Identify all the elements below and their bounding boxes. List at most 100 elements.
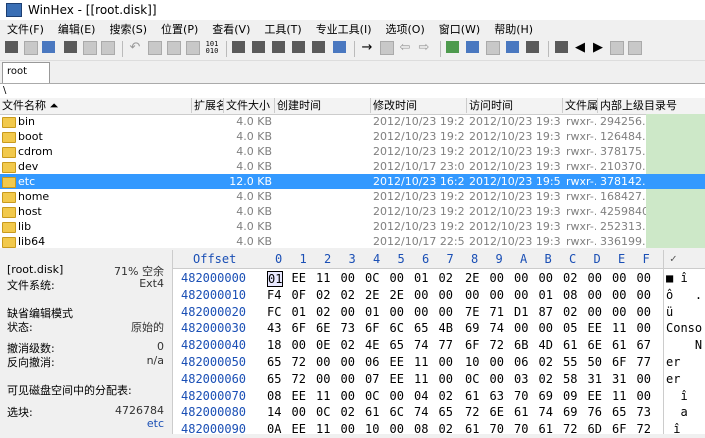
block-name-link[interactable]: etc (147, 417, 164, 430)
hex-byte[interactable]: 01 (539, 288, 553, 302)
menu-help[interactable]: 帮助(H) (487, 21, 540, 37)
hex-byte[interactable]: 72 (490, 338, 504, 352)
file-row[interactable]: lib64 4.0 KB 2012/10/17 22:5... 2012/10/23 … (0, 234, 705, 248)
hex-byte[interactable]: 61 (514, 405, 528, 419)
hex-byte[interactable]: 77 (439, 338, 453, 352)
hex-byte[interactable]: 00 (490, 288, 504, 302)
menu-position[interactable]: 位置(P) (154, 21, 205, 37)
hex-byte[interactable]: 61 (612, 338, 626, 352)
file-row[interactable]: lib 4.0 KB 2012/10/23 19:2... 2012/10/23 19… (0, 219, 705, 234)
goto-sector-icon[interactable] (380, 41, 394, 55)
find-icon[interactable] (232, 41, 245, 53)
hex-byte[interactable]: 00 (588, 288, 602, 302)
hex-byte[interactable]: 00 (637, 288, 651, 302)
hex-byte[interactable]: 50 (588, 355, 602, 369)
hex-byte[interactable]: 05 (563, 321, 577, 335)
hex-byte[interactable]: 00 (637, 372, 651, 386)
hex-byte[interactable]: 00 (341, 271, 355, 285)
hex-byte[interactable]: 08 (414, 422, 428, 436)
hex-byte[interactable]: 6F (612, 422, 626, 436)
hex-byte[interactable]: 61 (465, 422, 479, 436)
hex-byte[interactable]: 61 (465, 389, 479, 403)
hex-byte[interactable]: 11 (612, 321, 626, 335)
hex-byte[interactable]: 02 (341, 338, 355, 352)
ram-editor-icon[interactable] (466, 41, 479, 53)
hex-byte[interactable]: 00 (465, 288, 479, 302)
hex-byte[interactable]: 00 (390, 422, 404, 436)
hex-byte[interactable]: 70 (490, 422, 504, 436)
hex-byte[interactable]: 63 (490, 389, 504, 403)
hex-byte[interactable]: 6B (514, 338, 528, 352)
hex-byte[interactable]: 65 (390, 338, 404, 352)
hex-byte[interactable]: 00 (612, 305, 626, 319)
hex-cursor-byte[interactable]: 01 (267, 271, 284, 287)
hex-byte[interactable]: 00 (637, 271, 651, 285)
hex-byte[interactable]: 2E (465, 271, 479, 285)
hex-byte[interactable]: 00 (414, 288, 428, 302)
properties-icon[interactable] (83, 41, 97, 55)
hex-byte[interactable]: 0C (365, 271, 379, 285)
hex-byte[interactable]: 01 (365, 305, 379, 319)
hex-byte[interactable]: 01 (414, 271, 428, 285)
hex-byte[interactable]: 70 (514, 389, 528, 403)
hex-byte[interactable]: 4E (365, 338, 379, 352)
print-icon[interactable] (64, 41, 77, 53)
hex-byte[interactable]: 00 (490, 355, 504, 369)
hex-byte[interactable]: 10 (465, 355, 479, 369)
replace-hex-icon[interactable] (292, 41, 305, 53)
hex-byte[interactable]: 10 (365, 422, 379, 436)
hex-byte[interactable]: EE (292, 389, 306, 403)
hex-byte[interactable]: 00 (414, 305, 428, 319)
hex-byte[interactable]: 0A (267, 422, 281, 436)
hex-byte[interactable]: 6F (365, 321, 379, 335)
undo-icon[interactable] (101, 41, 115, 55)
hex-byte[interactable]: 2E (365, 288, 379, 302)
hex-byte[interactable]: 65 (612, 405, 626, 419)
hex-byte[interactable]: 31 (588, 372, 602, 386)
monitor-icon[interactable] (526, 41, 539, 53)
paste-icon[interactable] (167, 41, 181, 55)
hex-byte[interactable]: 74 (414, 405, 428, 419)
hex-byte[interactable]: 00 (292, 338, 306, 352)
hex-byte[interactable]: 02 (316, 288, 330, 302)
hex-byte[interactable]: 00 (514, 271, 528, 285)
hex-byte[interactable]: 0C (316, 405, 330, 419)
back-icon[interactable]: ⇦ (398, 41, 412, 55)
hex-byte[interactable]: 74 (539, 405, 553, 419)
hex-byte[interactable]: 00 (637, 389, 651, 403)
window-icon[interactable] (610, 41, 624, 55)
calculator-icon[interactable] (506, 41, 519, 53)
file-row[interactable]: host 4.0 KB 2012/10/23 19:2... 2012/10/23 1… (0, 204, 705, 219)
hex-byte[interactable]: 11 (316, 271, 330, 285)
hex-byte[interactable]: 6F (465, 338, 479, 352)
column-header-accessed[interactable]: 访问时间 (467, 98, 563, 113)
hex-byte[interactable]: 00 (514, 321, 528, 335)
hex-byte[interactable]: 43 (267, 321, 281, 335)
hex-byte[interactable]: EE (390, 372, 404, 386)
hex-byte[interactable]: 06 (365, 355, 379, 369)
goto-icon[interactable] (333, 41, 346, 53)
hex-byte[interactable]: 72 (292, 355, 306, 369)
hex-byte[interactable]: 72 (465, 405, 479, 419)
hex-byte[interactable]: 61 (539, 422, 553, 436)
hex-byte[interactable]: 6F (612, 355, 626, 369)
hex-byte[interactable]: 6C (390, 321, 404, 335)
hex-byte[interactable]: EE (390, 355, 404, 369)
hex-byte[interactable]: 00 (341, 422, 355, 436)
hex-byte[interactable]: EE (588, 321, 602, 335)
hex-byte[interactable]: 02 (563, 305, 577, 319)
hex-byte[interactable]: 11 (316, 389, 330, 403)
hex-byte[interactable]: 00 (490, 271, 504, 285)
redo-icon[interactable]: ↶ (128, 41, 142, 55)
hex-byte[interactable]: 61 (365, 405, 379, 419)
next-icon[interactable]: ▶ (591, 41, 605, 55)
hex-byte[interactable]: 00 (341, 355, 355, 369)
column-header-size[interactable]: 文件大小 (224, 98, 275, 113)
hex-byte[interactable]: 11 (414, 372, 428, 386)
menu-search[interactable]: 搜索(S) (102, 21, 154, 37)
hex-byte[interactable]: 6D (588, 422, 602, 436)
hex-byte[interactable]: 55 (563, 355, 577, 369)
save-icon[interactable] (42, 41, 55, 53)
hex-byte[interactable]: 00 (612, 288, 626, 302)
hex-byte[interactable]: 02 (341, 288, 355, 302)
